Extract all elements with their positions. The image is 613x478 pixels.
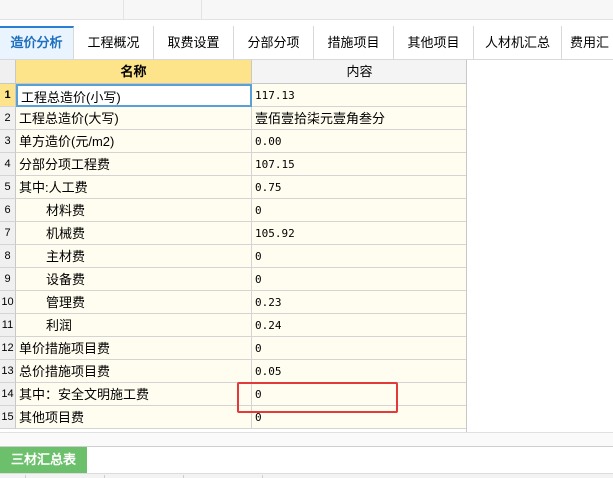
tab-measure-items[interactable]: 措施项目 [314, 26, 394, 59]
column-header-name[interactable]: 名称 [16, 60, 252, 84]
table-row[interactable]: 14 其中：安全文明施工费 0 [0, 383, 466, 406]
row-name-cell[interactable]: 其中：安全文明施工费 [16, 383, 252, 406]
table-row[interactable]: 5 其中:人工费 0.75 [0, 176, 466, 199]
table-row[interactable]: 6 材料费 0 [0, 199, 466, 222]
table-row[interactable]: 11 利润 0.24 [0, 314, 466, 337]
table-row[interactable]: 1 工程总造价(小写) 117.13 [0, 84, 466, 107]
table-row[interactable]: 7 机械费 105.92 [0, 222, 466, 245]
row-number[interactable]: 2 [0, 107, 16, 130]
row-name-cell[interactable]: 分部分项工程费 [16, 153, 252, 176]
top-toolbar-strip [0, 0, 613, 20]
horizontal-scrollbar[interactable] [0, 432, 613, 446]
row-name-cell[interactable]: 工程总造价(大写) [16, 107, 252, 130]
row-number[interactable]: 12 [0, 337, 16, 360]
row-name-cell[interactable]: 设备费 [16, 268, 252, 291]
table-row[interactable]: 4 分部分项工程费 107.15 [0, 153, 466, 176]
cost-analysis-table: 名称 内容 1 工程总造价(小写) 117.13 2 工程总造价(大写) 壹佰壹… [0, 60, 467, 432]
table-row[interactable]: 10 管理费 0.23 [0, 291, 466, 314]
row-value-cell[interactable]: 105.92 [252, 222, 466, 245]
row-value-cell[interactable]: 0 [252, 406, 466, 429]
table-row[interactable]: 15 其他项目费 0 [0, 406, 466, 429]
tab-project-overview[interactable]: 工程概况 [74, 26, 154, 59]
table-row[interactable]: 3 单方造价(元/m2) 0.00 [0, 130, 466, 153]
row-value-cell[interactable]: 0.23 [252, 291, 466, 314]
row-number[interactable]: 9 [0, 268, 16, 291]
row-name-cell[interactable]: 工程总造价(小写) [16, 84, 252, 107]
tab-sub-items[interactable]: 分部分项 [234, 26, 314, 59]
row-value-cell[interactable]: 107.15 [252, 153, 466, 176]
toolbar-segment [0, 0, 124, 20]
row-value-cell[interactable]: 0.75 [252, 176, 466, 199]
row-number[interactable]: 3 [0, 130, 16, 153]
row-number[interactable]: 4 [0, 153, 16, 176]
tab-three-materials-summary[interactable]: 三材汇总表 [0, 447, 87, 473]
table-row[interactable]: 12 单价措施项目费 0 [0, 337, 466, 360]
row-value-cell[interactable]: 0.05 [252, 360, 466, 383]
row-name-cell[interactable]: 主材费 [16, 245, 252, 268]
row-name-cell[interactable]: 管理费 [16, 291, 252, 314]
row-name-cell[interactable]: 单价措施项目费 [16, 337, 252, 360]
tab-cost-analysis[interactable]: 造价分析 [0, 26, 74, 59]
row-number[interactable]: 10 [0, 291, 16, 314]
table-row[interactable]: 9 设备费 0 [0, 268, 466, 291]
header-corner[interactable] [0, 60, 16, 84]
row-value-cell[interactable]: 壹佰壹拾柒元壹角叁分 [252, 107, 466, 130]
tab-other-items[interactable]: 其他项目 [394, 26, 474, 59]
bottom-panel-strip [0, 473, 613, 478]
toolbar-segment [124, 0, 202, 20]
row-value-cell[interactable]: 0 [252, 383, 466, 406]
row-number[interactable]: 11 [0, 314, 16, 337]
tab-labor-material-summary[interactable]: 人材机汇总 [474, 26, 562, 59]
tab-fee-settings[interactable]: 取费设置 [154, 26, 234, 59]
row-number[interactable]: 8 [0, 245, 16, 268]
bottom-panel: 三材汇总表 [0, 446, 613, 478]
table-header: 名称 内容 [0, 60, 466, 84]
row-name-cell[interactable]: 机械费 [16, 222, 252, 245]
row-number[interactable]: 15 [0, 406, 16, 429]
row-number[interactable]: 6 [0, 199, 16, 222]
row-number[interactable]: 1 [0, 84, 16, 107]
row-value-cell[interactable]: 0 [252, 268, 466, 291]
table-row[interactable]: 2 工程总造价(大写) 壹佰壹拾柒元壹角叁分 [0, 107, 466, 130]
row-name-cell[interactable]: 其中:人工费 [16, 176, 252, 199]
row-number[interactable]: 7 [0, 222, 16, 245]
tab-fee-summary[interactable]: 费用汇 [562, 26, 613, 59]
row-value-cell[interactable]: 0 [252, 245, 466, 268]
row-value-cell[interactable]: 0.24 [252, 314, 466, 337]
row-value-cell[interactable]: 0 [252, 199, 466, 222]
row-value-cell[interactable]: 0.00 [252, 130, 466, 153]
row-number[interactable]: 13 [0, 360, 16, 383]
row-name-cell[interactable]: 总价措施项目费 [16, 360, 252, 383]
table-row[interactable]: 13 总价措施项目费 0.05 [0, 360, 466, 383]
row-number[interactable]: 14 [0, 383, 16, 406]
module-tab-bar: 造价分析 工程概况 取费设置 分部分项 措施项目 其他项目 人材机汇总 费用汇 [0, 20, 613, 60]
row-value-cell[interactable]: 0 [252, 337, 466, 360]
row-name-cell[interactable]: 其他项目费 [16, 406, 252, 429]
row-value-cell[interactable]: 117.13 [252, 84, 466, 107]
table-row[interactable]: 8 主材费 0 [0, 245, 466, 268]
column-header-content[interactable]: 内容 [252, 60, 466, 84]
row-name-cell[interactable]: 单方造价(元/m2) [16, 130, 252, 153]
row-number[interactable]: 5 [0, 176, 16, 199]
row-name-cell[interactable]: 材料费 [16, 199, 252, 222]
row-name-cell[interactable]: 利润 [16, 314, 252, 337]
